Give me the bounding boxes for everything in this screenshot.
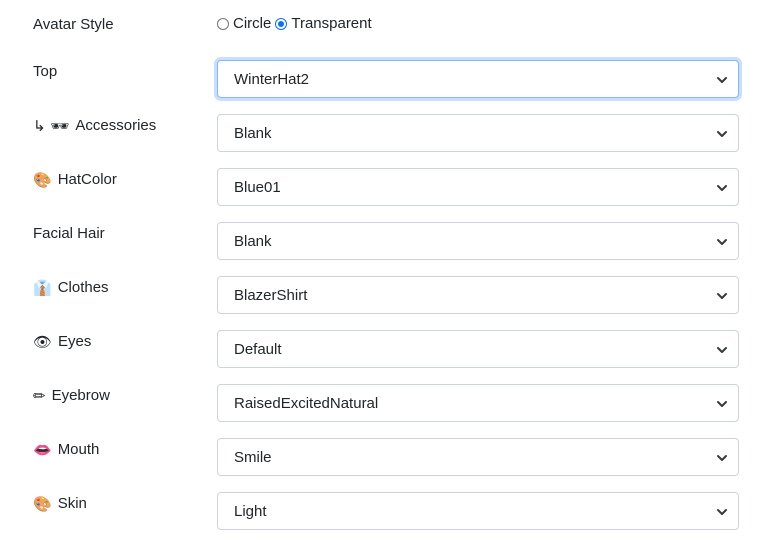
field-row-clothes: 👔 Clothes BlazerShirt [0,276,777,314]
field-label-text: Mouth [57,441,100,458]
select-value: Blank [234,232,272,250]
radio-circle-label[interactable]: Circle [233,15,271,32]
chevron-down-icon [717,347,727,353]
eyebrow-select[interactable]: RaisedExcitedNatural [217,384,739,422]
field-row-hatcolor: 🎨 HatColor Blue01 [0,168,777,206]
field-row-mouth: 👄 Mouth Smile [0,438,777,476]
eye-icon: 👁 [33,333,53,351]
shirt-icon: 👔 [33,279,52,297]
select-value: Light [234,502,267,520]
mouth-select[interactable]: Smile [217,438,739,476]
avatar-style-radio-group: Circle Transparent [217,15,376,32]
field-row-top: Top WinterHat2 [0,60,777,98]
palette-icon: 🎨 [33,495,52,513]
pencil-icon: ✏ [33,387,46,405]
field-label-clothes: 👔 Clothes [33,276,109,314]
field-row-eyes: 👁 Eyes Default [0,330,777,368]
field-label-text: Clothes [57,279,109,296]
sunglasses-icon: ↳ 🕶 [33,117,70,135]
field-label-text: Eyebrow [51,387,110,404]
select-value: RaisedExcitedNatural [234,394,379,412]
chevron-down-icon [717,131,727,137]
lips-icon: 👄 [33,441,52,459]
chevron-down-icon [717,455,727,461]
chevron-down-icon [717,509,727,515]
chevron-down-icon [717,185,727,191]
facial-hair-select[interactable]: Blank [217,222,739,260]
field-label-mouth: 👄 Mouth [33,438,99,476]
select-value: Blank [234,124,272,142]
field-row-accessories: ↳ 🕶 Accessories Blank [0,114,777,152]
radio-transparent[interactable] [275,17,288,30]
hatcolor-select[interactable]: Blue01 [217,168,739,206]
field-label-skin: 🎨 Skin [33,492,87,530]
palette-icon: 🎨 [33,171,52,189]
field-label-text: Top [33,63,58,80]
avatar-style-row: Avatar Style Circle Transparent [0,13,777,51]
field-label-hatcolor: 🎨 HatColor [33,168,117,206]
field-row-facial-hair: Facial Hair Blank [0,222,777,260]
field-label-text: HatColor [57,171,117,188]
clothes-select[interactable]: BlazerShirt [217,276,739,314]
top-select[interactable]: WinterHat2 [217,60,739,98]
select-value: WinterHat2 [234,70,310,88]
field-label-text: Facial Hair [33,225,105,242]
field-row-eyebrow: ✏ Eyebrow RaisedExcitedNatural [0,384,777,422]
select-value: BlazerShirt [234,286,308,304]
eyes-select[interactable]: Default [217,330,739,368]
field-label-eyebrow: ✏ Eyebrow [33,384,110,422]
field-label-text: Eyes [58,333,92,350]
radio-transparent-label[interactable]: Transparent [291,15,371,32]
field-label-text: Accessories [75,117,157,134]
accessories-select[interactable]: Blank [217,114,739,152]
chevron-down-icon [717,77,727,83]
chevron-down-icon [717,239,727,245]
skin-select[interactable]: Light [217,492,739,530]
field-label-eyes: 👁 Eyes [33,330,91,368]
chevron-down-icon [717,293,727,299]
field-label-facial-hair: Facial Hair [33,222,105,260]
avatar-style-label-text: Avatar Style [33,16,114,33]
field-label-text: Skin [57,495,87,512]
field-label-top: Top [33,60,57,98]
select-value: Blue01 [234,178,281,196]
radio-circle[interactable] [217,17,229,30]
select-value: Smile [234,448,272,466]
field-label-accessories: ↳ 🕶 Accessories [33,114,156,152]
chevron-down-icon [717,401,727,407]
select-value: Default [234,340,282,358]
field-row-skin: 🎨 Skin Light [0,492,777,530]
avatar-style-label: Avatar Style [33,13,114,51]
